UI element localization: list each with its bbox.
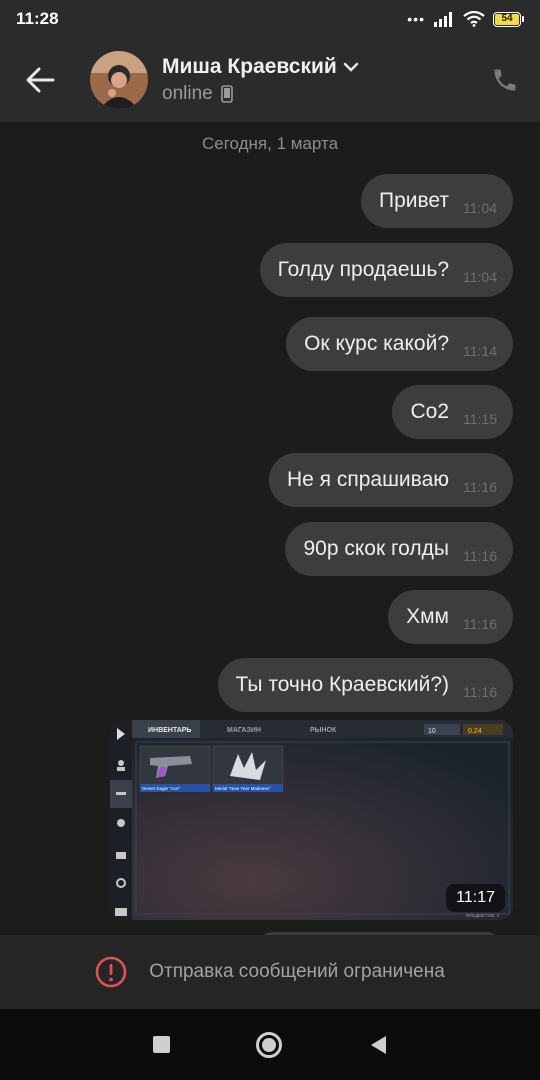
- recents-button[interactable]: [152, 1036, 170, 1053]
- wifi-icon: [463, 11, 485, 27]
- game-item-name: Desert Eagle "Ace": [142, 786, 181, 791]
- message-bubble[interactable]: Ты точно Краевский?) 11:16: [217, 658, 513, 712]
- status-icons: ••• 54: [407, 11, 524, 27]
- message-time: 11:16: [463, 684, 497, 700]
- game-items-count: ПРЕДМЕТОВ: 2: [466, 913, 500, 918]
- message-bubble[interactable]: 90р скок голды 11:16: [285, 522, 513, 576]
- peer-info[interactable]: Миша Краевский online: [162, 55, 359, 105]
- more-notifications-icon: •••: [407, 11, 425, 27]
- message-text: Со2: [410, 400, 449, 423]
- message-bubble[interactable]: Привет 11:04: [360, 174, 513, 228]
- date-separator: Сегодня, 1 марта: [201, 134, 339, 153]
- back-button[interactable]: [0, 38, 80, 122]
- status-time: 11:28: [16, 9, 59, 28]
- message-time: 11:15: [463, 411, 497, 427]
- message-text: Привет: [378, 189, 449, 212]
- message-bubble[interactable]: Не я спрашиваю 11:16: [268, 453, 513, 507]
- message-time: 11:17: [446, 884, 505, 912]
- message-time: 11:16: [463, 548, 497, 564]
- status-bar: 11:28 ••• 54: [0, 0, 540, 38]
- chevron-down-icon: [343, 62, 359, 72]
- message-bubble[interactable]: Хмм 11:16: [388, 590, 513, 644]
- chat-header: Миша Краевский online: [0, 38, 540, 122]
- home-button[interactable]: [255, 1031, 282, 1058]
- message-text: Ок курс какой?: [304, 332, 449, 355]
- peer-status: online: [162, 83, 213, 104]
- photo-message[interactable]: ИНВЕНТАРЬ МАГАЗИН РЫНОК 10 0.24 Desert E…: [110, 720, 513, 920]
- peer-name: Миша Краевский: [162, 55, 337, 78]
- avatar[interactable]: [90, 51, 148, 109]
- message-bubble[interactable]: Ок курс какой? 11:14: [286, 317, 513, 371]
- messaging-restricted-bar: Отправка сообщений ограничена: [0, 935, 540, 1009]
- phone-icon: [494, 69, 516, 91]
- message-time: 11:04: [463, 200, 497, 216]
- message-text: Голду продаешь?: [277, 258, 449, 281]
- call-button[interactable]: [470, 38, 540, 122]
- chat-history[interactable]: Сегодня, 1 марта Привет 11:04 Голду прод…: [0, 122, 540, 935]
- game-tab-inventory: ИНВЕНТАРЬ: [148, 727, 191, 734]
- game-tab-shop: МАГАЗИН: [227, 727, 261, 734]
- back-triangle-icon[interactable]: [368, 1034, 388, 1056]
- battery-icon: 54: [493, 11, 524, 27]
- gold-balance: 0.24: [468, 728, 482, 735]
- alert-icon: [95, 956, 127, 988]
- message-time: 11:16: [463, 616, 497, 632]
- message-time: 11:16: [463, 479, 497, 495]
- mobile-phone-icon: [220, 85, 233, 103]
- message-text: Не я спрашиваю: [286, 468, 449, 491]
- game-tab-market: РЫНОК: [310, 727, 337, 734]
- message-text: Ты точно Краевский?): [235, 673, 450, 696]
- message-bubble[interactable]: Со2 11:15: [392, 385, 513, 439]
- game-item-name: Medal "New Year Madness": [215, 786, 271, 791]
- message-time: 11:14: [463, 343, 497, 359]
- message-time: 11:04: [463, 269, 497, 285]
- arrow-left-icon: [26, 67, 55, 93]
- battery-level: 54: [495, 13, 519, 25]
- silver-balance: 10: [428, 728, 436, 735]
- message-bubble[interactable]: Голду продаешь? 11:04: [259, 243, 513, 297]
- restricted-text: Отправка сообщений ограничена: [149, 961, 445, 982]
- signal-icon: [434, 12, 452, 27]
- message-text: Хмм: [406, 605, 449, 628]
- message-text: 90р скок голды: [303, 537, 449, 560]
- system-navbar: [0, 1009, 540, 1080]
